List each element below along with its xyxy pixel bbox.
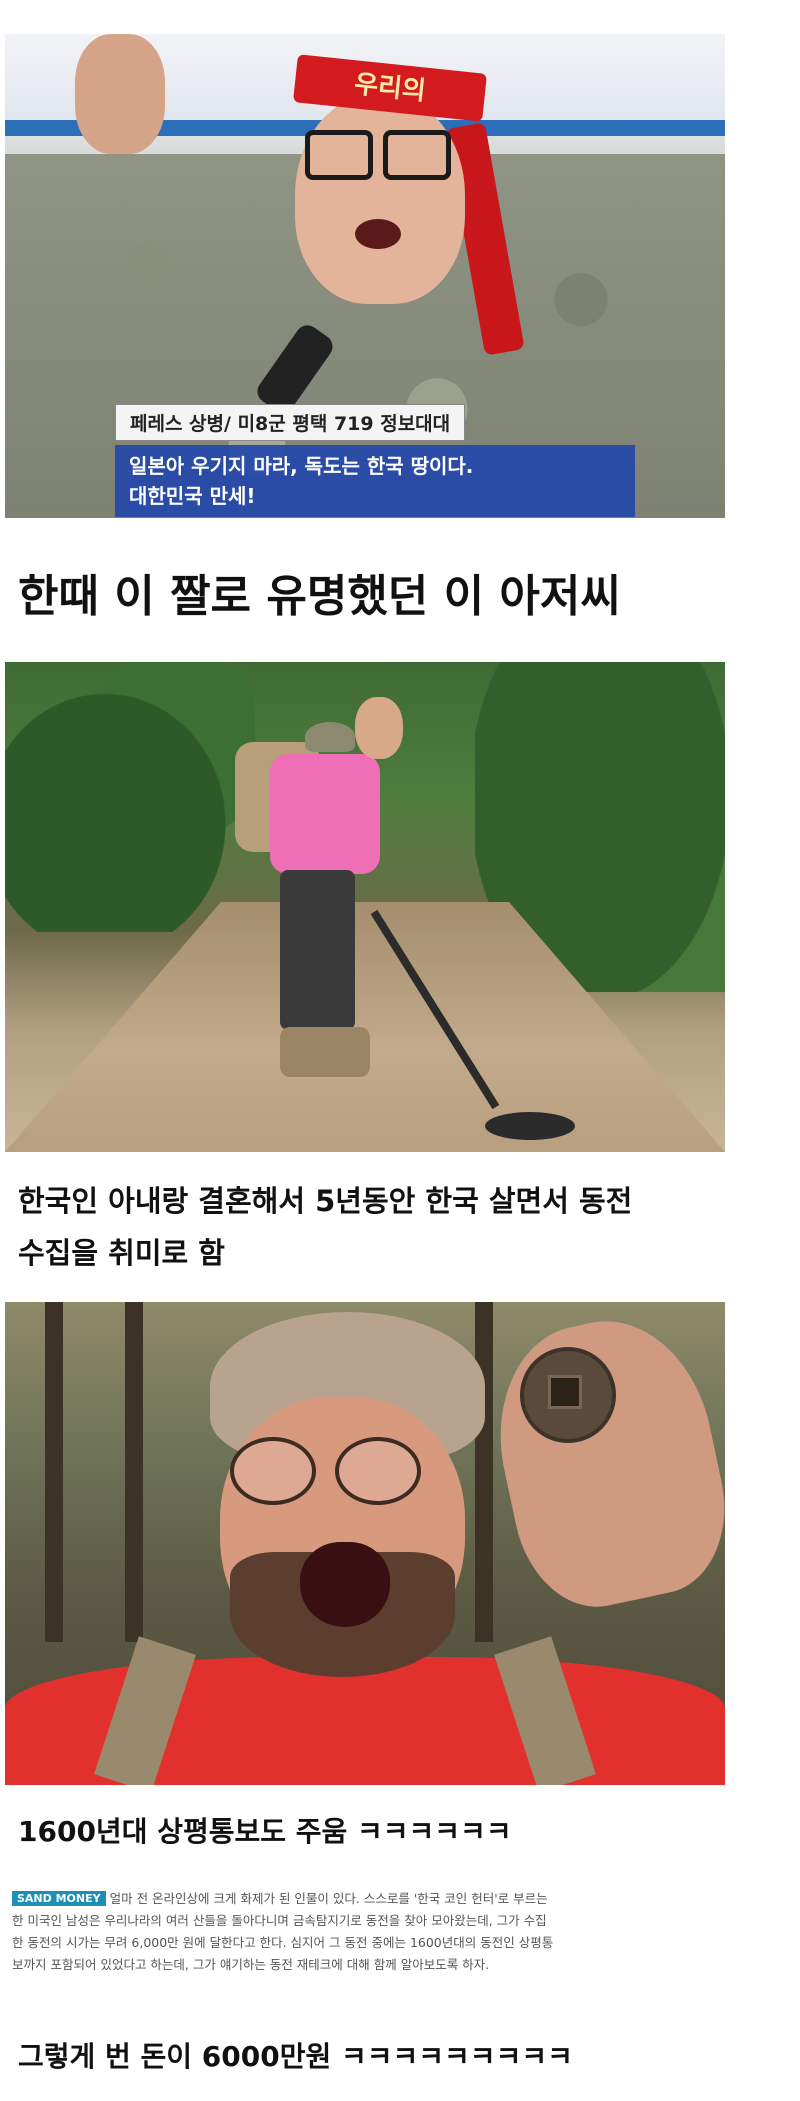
snippet-line-3: 한 동전의 시가는 무려 6,000만 원에 달한다고 한다. 심지어 그 동전… <box>12 1935 554 1950</box>
coin-selfie-photo <box>5 1302 725 1785</box>
caption-coin-hobby-line-2: 수집을 취미로 함 <box>18 1236 225 1270</box>
raised-fist <box>75 34 165 154</box>
glasses-right-lens <box>383 130 451 180</box>
metal-detecting-photo <box>5 662 725 1152</box>
glasses-right-lens <box>335 1437 421 1505</box>
coin-square-hole <box>548 1375 582 1409</box>
soldier-press-photo: 우리의 페레스 상병/ 미8군 평택 719 정보대대 일본아 우기지 마라, … <box>5 34 725 518</box>
snippet-line-1-text: 얼마 전 온라인상에 크게 화제가 된 인물이 있다. 스스로를 '한국 코인 … <box>109 1891 548 1906</box>
snippet-line-4: 보까지 포함되어 있었다고 하는데, 그가 얘기하는 동전 재테크에 대해 함께… <box>12 1957 490 1972</box>
man-head <box>355 697 403 759</box>
caption-sangpyeong-coin: 1600년대 상평통보도 주움 ㅋㅋㅋㅋㅋㅋ <box>18 1815 512 1848</box>
tree-trunk <box>125 1302 143 1642</box>
caption-earnings: 그렇게 번 돈이 6000만원 ㅋㅋㅋㅋㅋㅋㅋㅋㅋ <box>18 2040 573 2073</box>
glasses-left-lens <box>230 1437 316 1505</box>
news-snippet: SAND MONEY 얼마 전 온라인상에 크게 화제가 된 인물이 있다. 스스… <box>12 1888 622 1976</box>
dark-pants <box>280 870 355 1030</box>
snippet-line-2: 한 미국인 남성은 우리나라의 여러 산들을 돌아다니며 금속탐지기로 동전을 … <box>12 1913 547 1928</box>
boots <box>280 1027 370 1077</box>
tree-trunk <box>475 1302 493 1642</box>
metal-detector-coil <box>485 1112 575 1140</box>
open-mouth <box>300 1542 390 1627</box>
lower-third-quote: 일본아 우기지 마라, 독도는 한국 땅이다. 대한민국 만세! <box>115 445 635 517</box>
quote-line-2: 대한민국 만세! <box>129 484 256 508</box>
tree-trunk <box>45 1302 63 1642</box>
glasses-left-lens <box>305 130 373 180</box>
sand-money-tag: SAND MONEY <box>12 1891 106 1906</box>
forest-left <box>5 662 255 932</box>
quote-line-1: 일본아 우기지 마라, 독도는 한국 땅이다. <box>129 454 474 478</box>
lower-third-name: 페레스 상병/ 미8군 평택 719 정보대대 <box>115 404 466 441</box>
snippet-line-1: SAND MONEY 얼마 전 온라인상에 크게 화제가 된 인물이 있다. 스스… <box>12 1888 622 1910</box>
news-lower-third: 페레스 상병/ 미8군 평택 719 정보대대 일본아 우기지 마라, 독도는 … <box>115 404 635 517</box>
hanging-hat <box>305 722 355 752</box>
open-mouth <box>355 219 401 249</box>
caption-coin-hobby-line-1: 한국인 아내랑 결혼해서 5년동안 한국 살면서 동전 <box>18 1184 633 1218</box>
hand <box>478 1303 725 1621</box>
caption-coin-hobby: 한국인 아내랑 결혼해서 5년동안 한국 살면서 동전 수집을 취미로 함 <box>18 1175 632 1279</box>
pink-shirt <box>270 754 380 874</box>
soldier-face <box>295 94 465 304</box>
caption-famous-meme: 한때 이 짤로 유명했던 이 아저씨 <box>18 571 621 622</box>
